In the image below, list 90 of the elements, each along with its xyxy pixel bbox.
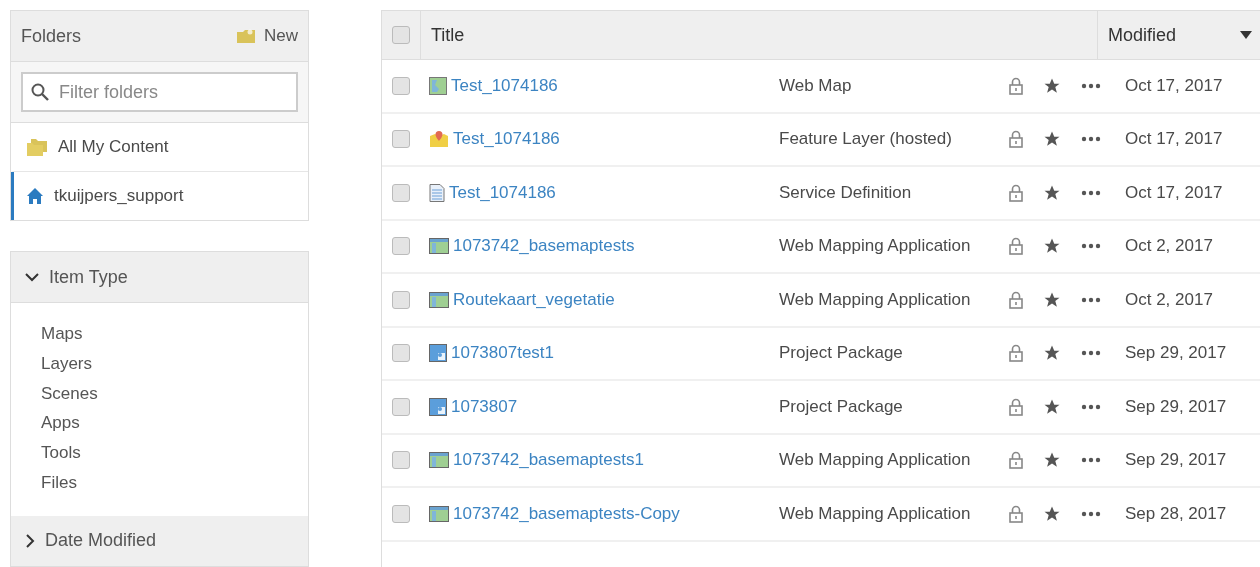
item-title-link[interactable]: Test_1074186 bbox=[453, 129, 560, 150]
item-title-link[interactable]: 1073742_basemaptests bbox=[453, 236, 635, 257]
row-checkbox[interactable] bbox=[392, 344, 410, 363]
more-icon[interactable] bbox=[1081, 189, 1101, 196]
star-icon[interactable] bbox=[1043, 130, 1061, 149]
row-checkbox[interactable] bbox=[392, 237, 410, 256]
lock-icon[interactable] bbox=[1009, 76, 1023, 95]
modified-date: Sep 29, 2017 bbox=[1124, 450, 1227, 471]
more-icon[interactable] bbox=[1081, 350, 1101, 357]
folders-icon bbox=[26, 137, 48, 157]
app-icon bbox=[429, 238, 449, 255]
row-checkbox[interactable] bbox=[392, 290, 410, 309]
folder-icon bbox=[236, 28, 256, 44]
lock-icon[interactable] bbox=[1009, 344, 1023, 363]
chevron-down-icon bbox=[25, 272, 39, 282]
app-icon bbox=[429, 505, 449, 522]
map-pin-icon bbox=[429, 130, 449, 149]
more-icon[interactable] bbox=[1081, 457, 1101, 464]
modified-date: Oct 17, 2017 bbox=[1124, 75, 1223, 96]
filter-option[interactable]: Scenes bbox=[41, 378, 278, 409]
column-header[interactable]: Title bbox=[421, 11, 1097, 59]
search-icon bbox=[31, 83, 49, 101]
item-title-link[interactable]: Test_1074186 bbox=[449, 182, 556, 203]
filter-option[interactable]: Tools bbox=[41, 438, 278, 468]
lock-icon[interactable] bbox=[1009, 290, 1023, 309]
modified-date: Sep 29, 2017 bbox=[1124, 343, 1227, 364]
filter-option[interactable]: Layers bbox=[41, 348, 278, 379]
modified-date: Oct 2, 2017 bbox=[1124, 236, 1213, 257]
sort-icon[interactable] bbox=[1240, 31, 1252, 39]
modified-date: Sep 29, 2017 bbox=[1124, 396, 1227, 417]
app-icon bbox=[429, 452, 449, 469]
row-checkbox[interactable] bbox=[392, 504, 410, 523]
filter-option[interactable]: Files bbox=[41, 468, 278, 498]
lock-icon[interactable] bbox=[1009, 237, 1023, 256]
chevron-right-icon bbox=[25, 533, 35, 548]
item-type: Project Package bbox=[779, 396, 904, 417]
filter-field[interactable]: Filter folders bbox=[21, 72, 298, 112]
row-checkbox[interactable] bbox=[392, 183, 410, 202]
star-icon[interactable] bbox=[1043, 451, 1061, 470]
folder-item[interactable]: All My Content bbox=[11, 123, 308, 172]
item-type: Project Package bbox=[779, 343, 904, 364]
package-icon bbox=[429, 344, 447, 363]
lock-icon[interactable] bbox=[1009, 130, 1023, 149]
item-title-link[interactable]: Test_1074186 bbox=[451, 75, 558, 96]
panel-title: Folders bbox=[21, 25, 82, 47]
row-checkbox[interactable] bbox=[392, 76, 410, 95]
package-icon bbox=[429, 397, 447, 416]
app-icon bbox=[429, 291, 449, 308]
item-type: Service Definition bbox=[779, 182, 913, 203]
map-icon bbox=[429, 76, 447, 95]
more-icon[interactable] bbox=[1081, 82, 1101, 89]
new-folder-button[interactable]: New bbox=[236, 26, 298, 46]
filter-group-header[interactable]: Item Type bbox=[11, 252, 308, 303]
lock-icon[interactable] bbox=[1009, 504, 1023, 523]
modified-date: Oct 17, 2017 bbox=[1124, 182, 1223, 203]
more-icon[interactable] bbox=[1081, 403, 1101, 410]
lock-icon[interactable] bbox=[1009, 183, 1023, 202]
item-type: Web Mapping Application bbox=[779, 503, 972, 524]
item-type: Feature Layer (hosted) bbox=[779, 129, 953, 150]
more-icon[interactable] bbox=[1081, 296, 1101, 303]
more-icon[interactable] bbox=[1081, 243, 1101, 250]
more-icon[interactable] bbox=[1081, 510, 1101, 517]
filter-option[interactable]: Apps bbox=[41, 408, 278, 439]
lock-icon[interactable] bbox=[1009, 397, 1023, 416]
home-icon bbox=[26, 187, 44, 205]
document-icon bbox=[429, 183, 445, 202]
modified-date: Oct 17, 2017 bbox=[1124, 129, 1223, 150]
folder-item[interactable]: tkuijpers_support bbox=[11, 172, 308, 220]
item-title-link[interactable]: 1073807 bbox=[451, 396, 518, 417]
lock-icon[interactable] bbox=[1009, 451, 1023, 470]
item-type: Web Mapping Application bbox=[779, 289, 972, 310]
column-header[interactable]: Modified bbox=[1108, 24, 1177, 46]
item-title-link[interactable]: 1073807test1 bbox=[451, 343, 555, 364]
filter-group-header[interactable]: Date Modified bbox=[11, 515, 308, 567]
item-type: Web Mapping Application bbox=[779, 236, 972, 257]
row-checkbox[interactable] bbox=[392, 130, 410, 149]
more-icon[interactable] bbox=[1081, 136, 1101, 143]
star-icon[interactable] bbox=[1043, 344, 1061, 363]
modified-date: Oct 2, 2017 bbox=[1124, 289, 1213, 310]
row-checkbox[interactable] bbox=[392, 451, 410, 470]
item-type: Web Map bbox=[779, 75, 853, 96]
item-title-link[interactable]: Routekaart_vegetatie bbox=[453, 289, 615, 310]
row-checkbox[interactable] bbox=[392, 397, 410, 416]
item-title-link[interactable]: 1073742_basemaptests1 bbox=[453, 450, 644, 471]
select-all-checkbox[interactable] bbox=[392, 26, 410, 44]
star-icon[interactable] bbox=[1043, 237, 1061, 256]
modified-date: Sep 28, 2017 bbox=[1124, 503, 1227, 524]
filter-option[interactable]: Maps bbox=[41, 319, 278, 349]
item-title-link[interactable]: 1073742_basemaptests-Copy bbox=[453, 503, 680, 524]
item-type: Web Mapping Application bbox=[779, 450, 972, 471]
